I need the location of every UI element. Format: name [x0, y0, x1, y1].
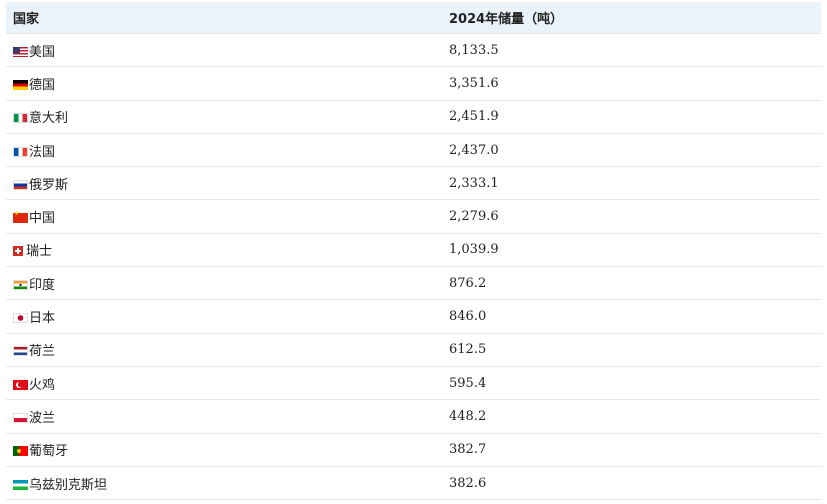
reserves-cell: 2,451.9 [442, 100, 821, 134]
country-name: 德国 [29, 77, 56, 93]
table-row: 法国 2,437.0 [6, 133, 821, 168]
country-cell: 法国 [6, 133, 442, 168]
country-cell: 日本 [6, 299, 442, 334]
country-cell: 葡萄牙 [6, 433, 442, 467]
reserves-cell: 3,351.6 [442, 66, 821, 101]
country-name: 葡萄牙 [29, 444, 69, 460]
country-cell: 火鸡 [6, 366, 442, 401]
country-cell: 美国 [6, 33, 442, 68]
country-name: 乌兹别克斯坦 [29, 477, 108, 493]
cn-flag-icon [13, 210, 28, 224]
country-name: 荷兰 [29, 344, 56, 360]
country-cell: 印度 [6, 266, 442, 301]
ru-flag-icon [13, 179, 28, 190]
reserves-cell: 448.2 [442, 399, 821, 434]
country-cell: 瑞士 [6, 233, 442, 268]
jp-flag-icon [13, 313, 28, 324]
country-cell: 俄罗斯 [6, 166, 442, 201]
country-name: 中国 [29, 211, 56, 227]
country-column-header[interactable]: 国家 [6, 2, 442, 34]
us-flag-icon [13, 46, 28, 57]
reserves-cell: 382.7 [442, 433, 821, 467]
table-row: 俄罗斯 2,333.1 [6, 166, 821, 201]
country-name: 俄罗斯 [29, 177, 69, 193]
table-header-row: 国家 2024年储量（吨） [6, 2, 821, 34]
reserves-cell: 1,039.9 [442, 233, 821, 268]
country-cell: 意大利 [6, 100, 442, 134]
table-row: 美国 8,133.5 [6, 33, 821, 68]
table-row: 意大利 2,451.9 [6, 100, 821, 134]
fr-flag-icon [13, 146, 28, 157]
reserves-column-header[interactable]: 2024年储量（吨） [442, 2, 821, 34]
country-cell: 乌兹别克斯坦 [6, 466, 442, 501]
country-name: 火鸡 [29, 377, 56, 393]
reserves-cell: 595.4 [442, 366, 821, 401]
table-row: 中国 2,279.6 [6, 199, 821, 234]
gold-reserves-table: 国家 2024年储量（吨） 美国 8,133.5 德国 3,351.6 意大利 … [6, 2, 821, 501]
table-row: 日本 846.0 [6, 299, 821, 334]
table-row: 印度 876.2 [6, 266, 821, 301]
country-cell: 德国 [6, 66, 442, 101]
reserves-cell: 8,133.5 [442, 33, 821, 68]
reserves-cell: 876.2 [442, 266, 821, 301]
de-flag-icon [13, 79, 28, 90]
tr-flag-icon [13, 379, 28, 390]
pt-flag-icon [13, 446, 28, 457]
table-row: 荷兰 612.5 [6, 333, 821, 367]
pl-flag-icon [13, 412, 28, 423]
table-row: 瑞士 1,039.9 [6, 233, 821, 268]
table-row: 葡萄牙 382.7 [6, 433, 821, 467]
table-row: 波兰 448.2 [6, 399, 821, 434]
country-name: 法国 [29, 144, 56, 160]
country-name: 瑞士 [26, 244, 53, 260]
country-cell: 中国 [6, 199, 442, 234]
country-name: 意大利 [29, 111, 69, 127]
it-flag-icon [13, 113, 28, 124]
reserves-cell: 612.5 [442, 333, 821, 367]
country-name: 波兰 [29, 410, 56, 426]
country-name: 日本 [29, 311, 56, 327]
ch-flag-icon [13, 246, 23, 257]
country-cell: 荷兰 [6, 333, 442, 367]
reserves-cell: 2,279.6 [442, 199, 821, 234]
country-name: 印度 [29, 277, 56, 293]
reserves-cell: 2,333.1 [442, 166, 821, 201]
table-row: 火鸡 595.4 [6, 366, 821, 401]
reserves-cell: 2,437.0 [442, 133, 821, 168]
nl-flag-icon [13, 346, 28, 357]
country-cell: 波兰 [6, 399, 442, 434]
in-flag-icon [13, 279, 28, 290]
uz-flag-icon [13, 479, 28, 490]
reserves-cell: 382.6 [442, 466, 821, 501]
reserves-cell: 846.0 [442, 299, 821, 334]
table-row: 乌兹别克斯坦 382.6 [6, 466, 821, 501]
country-name: 美国 [29, 44, 56, 60]
table-row: 德国 3,351.6 [6, 66, 821, 101]
